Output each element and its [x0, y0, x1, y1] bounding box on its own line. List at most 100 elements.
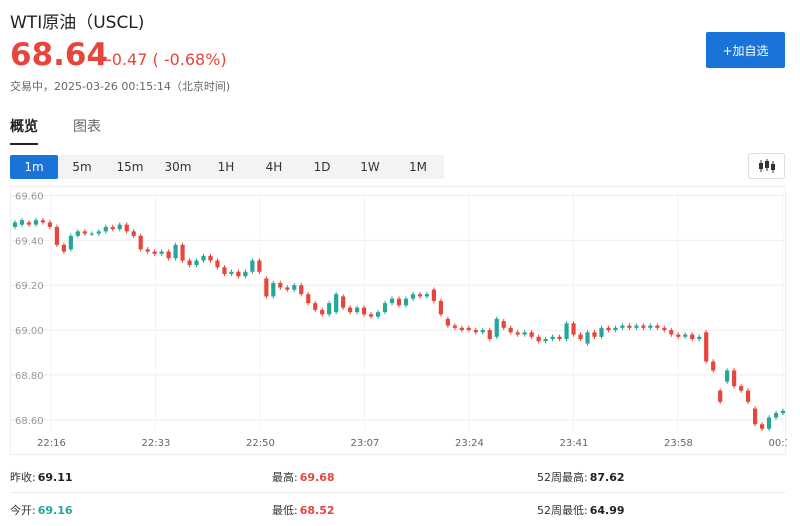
candle-body: [47, 222, 53, 227]
candle-body: [19, 220, 25, 225]
tab-chart[interactable]: 图表: [73, 116, 101, 136]
stats-divider: [10, 492, 786, 493]
candle-body: [697, 336, 702, 340]
x-tick-label: 23:24: [455, 438, 484, 449]
candle-body: [655, 325, 660, 328]
candle-body: [355, 307, 360, 313]
candle-body: [627, 325, 632, 328]
interval-15m[interactable]: 15m: [106, 155, 154, 179]
candle-body: [299, 285, 304, 295]
interval-1mo[interactable]: 1M: [394, 155, 442, 179]
candle-body: [739, 386, 744, 391]
candle-body: [194, 260, 199, 266]
interval-1d[interactable]: 1D: [298, 155, 346, 179]
price-chart[interactable]: 69.60 69.40 69.20 69.00 68.80 68.60 22:16 22:33…: [10, 186, 788, 455]
candle-body: [452, 325, 457, 328]
y-tick-label: 69.40: [15, 236, 44, 247]
candle-body: [229, 271, 234, 274]
stat-prev-close: 昨收: 69.11: [10, 469, 73, 485]
interval-30m[interactable]: 30m: [154, 155, 202, 179]
stat-high: 最高: 69.68: [272, 469, 335, 485]
candle-body: [424, 294, 430, 297]
candle-body: [445, 318, 450, 326]
candle-body: [12, 222, 18, 227]
candle-body: [759, 424, 765, 429]
candle-body: [159, 251, 164, 254]
candle-body: [431, 289, 437, 301]
candle-body: [522, 332, 527, 335]
candle-body: [780, 410, 786, 414]
candle-body: [61, 244, 66, 252]
candlestick-icon: [758, 159, 775, 173]
candle-body: [89, 233, 94, 235]
candle-body: [641, 325, 646, 328]
interval-4h[interactable]: 4H: [250, 155, 298, 179]
candle-body: [725, 370, 730, 382]
candle-body: [550, 336, 555, 340]
candle-body: [564, 323, 569, 340]
candle-body: [278, 282, 283, 288]
interval-1h[interactable]: 1H: [202, 155, 250, 179]
candle-body: [578, 334, 583, 340]
candle-body: [648, 325, 653, 328]
y-tick-label: 69.20: [15, 281, 44, 292]
candle-body: [152, 251, 157, 254]
stat-52w-high: 52周最高: 87.62: [537, 469, 625, 485]
candle-body: [124, 224, 129, 232]
candle-body: [103, 226, 108, 232]
candle-body: [208, 256, 213, 261]
y-tick-label: 68.80: [15, 371, 44, 382]
candle-body: [110, 226, 115, 230]
candle-body: [585, 332, 590, 344]
stat-value: 69.68: [299, 471, 335, 484]
active-tab-underline: [10, 143, 38, 145]
stat-value: 87.62: [589, 471, 625, 484]
candle-body: [613, 327, 618, 331]
tab-bar: 概览 图表: [0, 113, 800, 145]
candle-body: [215, 260, 220, 268]
candle-body: [173, 244, 178, 259]
x-tick-label: 23:58: [664, 438, 693, 449]
stat-value: 69.11: [37, 471, 73, 484]
interval-1w[interactable]: 1W: [346, 155, 394, 179]
candle-body: [669, 330, 674, 335]
x-tick-label: 23:41: [560, 438, 589, 449]
candle-body: [480, 330, 485, 333]
candle-body: [487, 330, 492, 340]
candle-body: [752, 408, 758, 425]
candle-body: [732, 370, 737, 387]
candle-body: [745, 390, 751, 402]
candle-body: [529, 332, 534, 337]
price-change: -0.47 ( -0.68%): [106, 50, 227, 69]
stat-label: 52周最高:: [537, 471, 588, 484]
interval-selector: 1m 5m 15m 30m 1H 4H 1D 1W 1M: [10, 155, 444, 179]
stat-value: 68.52: [299, 504, 335, 517]
candle-body: [494, 318, 499, 337]
candle-body: [348, 307, 353, 313]
x-tick-label: 22:50: [246, 438, 275, 449]
candle-body: [690, 334, 695, 340]
candle-body: [334, 294, 339, 313]
add-watchlist-button[interactable]: +加自选: [706, 32, 785, 68]
candle-body: [201, 256, 206, 261]
candle-body: [501, 321, 506, 328]
x-tick-label: 00:1: [769, 438, 788, 449]
interval-1m[interactable]: 1m: [10, 155, 58, 179]
candle-body: [766, 417, 772, 429]
candle-body: [320, 309, 325, 315]
candle-body: [313, 303, 318, 310]
candle-body: [592, 332, 597, 337]
candle-body: [180, 244, 185, 261]
candle-body: [285, 287, 290, 290]
candle-body: [543, 339, 548, 342]
candle-body: [292, 285, 297, 290]
candle-body: [773, 413, 779, 418]
chart-type-toggle-button[interactable]: [748, 153, 785, 179]
candle-body: [236, 271, 241, 277]
stat-value: 69.16: [37, 504, 73, 517]
interval-5m[interactable]: 5m: [58, 155, 106, 179]
stat-label: 最低:: [272, 504, 298, 517]
tab-overview[interactable]: 概览: [10, 116, 38, 136]
candle-body: [138, 235, 143, 250]
candle-body: [82, 231, 87, 234]
